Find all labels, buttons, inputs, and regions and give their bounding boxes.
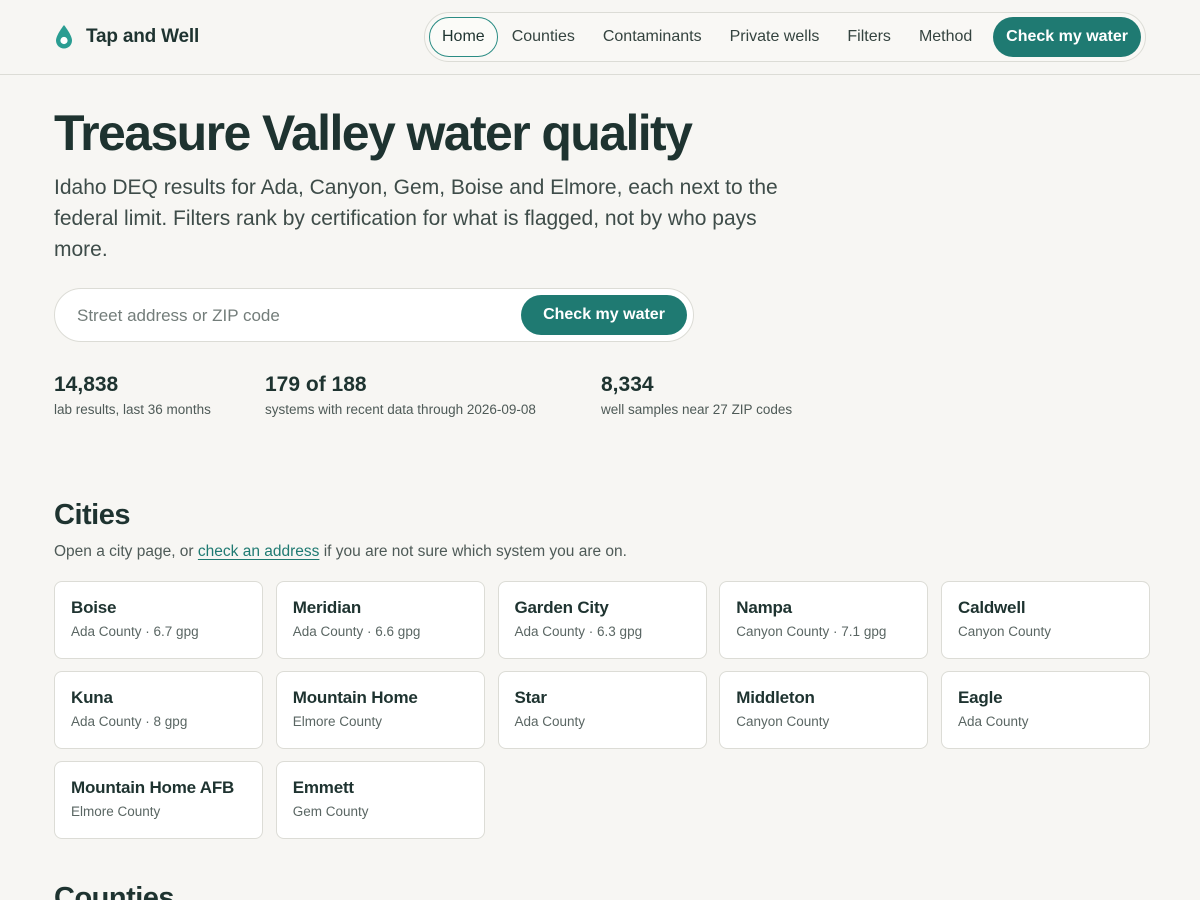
city-name: Star xyxy=(514,688,547,707)
city-card-mountain-home[interactable]: Mountain Home Elmore County xyxy=(275,671,485,749)
city-name: Eagle xyxy=(958,688,1003,707)
stat-value: 8,334 xyxy=(601,373,654,396)
city-name: Nampa xyxy=(736,598,792,617)
cities-intro: Open a city page, or check an address if… xyxy=(54,543,627,561)
city-card-boise[interactable]: Boise Ada County · 6.7 gpg xyxy=(54,581,263,659)
city-card-mountain-home-afb[interactable]: Mountain Home AFB Elmore County xyxy=(54,761,263,839)
city-grid: Boise Ada County · 6.7 gpg Meridian Ada … xyxy=(54,581,1150,839)
nav-item-contaminants[interactable]: Contaminants xyxy=(589,17,716,57)
water-drop-icon xyxy=(56,25,72,49)
page-subtitle: Idaho DEQ results for Ada, Canyon, Gem, … xyxy=(54,176,778,261)
city-name: Boise xyxy=(71,598,117,617)
city-card-eagle[interactable]: Eagle Ada County xyxy=(941,671,1150,749)
city-card-meridian[interactable]: Meridian Ada County · 6.6 gpg xyxy=(275,581,485,659)
check-address-link[interactable]: check an address xyxy=(198,543,320,560)
city-name: Emmett xyxy=(292,778,354,797)
main-nav: Home Counties Contaminants Private wells… xyxy=(424,12,1146,62)
city-card-caldwell[interactable]: Caldwell Canyon County xyxy=(941,581,1150,659)
address-search-input[interactable] xyxy=(77,301,507,331)
city-meta: Gem County xyxy=(292,804,369,819)
city-meta: Ada County · 6.3 gpg xyxy=(514,624,643,639)
stat-label: well samples near 27 ZIP codes xyxy=(601,402,793,417)
stat-value: 14,838 xyxy=(54,373,119,396)
city-meta: Ada County · 6.6 gpg xyxy=(292,624,421,639)
city-card-emmett[interactable]: Emmett Gem County xyxy=(275,761,485,839)
city-meta: Ada County · 8 gpg xyxy=(71,714,188,729)
city-meta: Elmore County xyxy=(292,714,383,729)
stat-well-samples: 8,334 well samples near 27 ZIP codes xyxy=(601,373,792,417)
city-name: Garden City xyxy=(514,598,609,617)
nav-item-private-wells[interactable]: Private wells xyxy=(716,17,834,57)
cities-intro-before: Open a city page, or xyxy=(54,543,194,560)
stat-value: 179 of 188 xyxy=(265,373,367,396)
stat-label: lab results, last 36 months xyxy=(54,402,211,417)
city-card-kuna[interactable]: Kuna Ada County · 8 gpg xyxy=(54,671,263,749)
brand-name: Tap and Well xyxy=(86,26,200,47)
cities-heading: Cities xyxy=(54,499,130,531)
city-name: Mountain Home xyxy=(292,688,418,707)
stat-systems: 179 of 188 systems with recent data thro… xyxy=(265,373,536,417)
nav-item-filters[interactable]: Filters xyxy=(833,17,905,57)
city-name: Meridian xyxy=(292,598,362,617)
city-meta: Ada County · 6.7 gpg xyxy=(71,624,199,639)
brand-logo[interactable]: Tap and Well xyxy=(54,22,199,52)
city-card-nampa[interactable]: Nampa Canyon County · 7.1 gpg xyxy=(719,581,929,659)
city-meta: Canyon County xyxy=(736,714,830,729)
stat-label: systems with recent data through 2026-09… xyxy=(265,402,536,417)
city-meta: Canyon County xyxy=(958,624,1052,639)
city-meta: Canyon County · 7.1 gpg xyxy=(736,624,887,639)
page-title: Treasure Valley water quality xyxy=(54,105,693,161)
address-search: Check my water xyxy=(54,288,694,342)
nav-item-method[interactable]: Method xyxy=(905,17,986,57)
city-card-star[interactable]: Star Ada County xyxy=(497,671,707,749)
city-card-middleton[interactable]: Middleton Canyon County xyxy=(719,671,929,749)
city-meta: Ada County xyxy=(958,714,1029,729)
check-water-button[interactable]: Check my water xyxy=(521,295,687,335)
city-name: Mountain Home AFB xyxy=(71,778,235,797)
counties-heading: Counties xyxy=(54,882,175,900)
city-name: Caldwell xyxy=(958,598,1026,617)
top-bar: Tap and Well Home Counties Contaminants … xyxy=(0,0,1200,75)
nav-check-water-button[interactable]: Check my water xyxy=(993,17,1141,57)
nav-item-counties[interactable]: Counties xyxy=(498,17,589,57)
cities-intro-after: if you are not sure which system you are… xyxy=(323,543,627,560)
city-meta: Elmore County xyxy=(71,804,161,819)
city-name: Middleton xyxy=(736,688,815,707)
stat-lab-results: 14,838 lab results, last 36 months xyxy=(54,373,211,417)
city-card-garden-city[interactable]: Garden City Ada County · 6.3 gpg xyxy=(497,581,707,659)
city-meta: Ada County xyxy=(514,714,586,729)
nav-item-home[interactable]: Home xyxy=(429,17,498,57)
city-name: Kuna xyxy=(71,688,113,707)
